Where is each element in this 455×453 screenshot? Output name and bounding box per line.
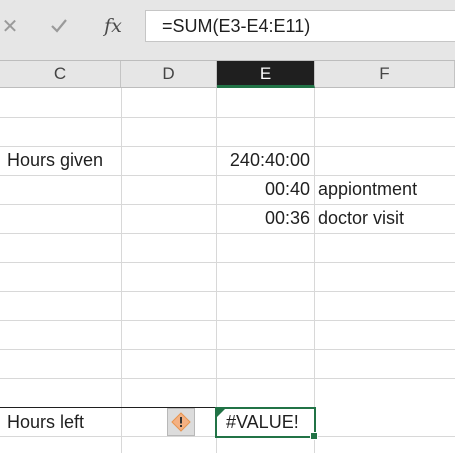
cell-hours-left-value: #VALUE!: [226, 412, 299, 432]
gridline: [0, 117, 455, 118]
worksheet-grid[interactable]: Hours given 240:40:00 00:40 appiontment …: [0, 88, 455, 453]
gridline: [0, 349, 455, 350]
column-header-c[interactable]: C: [0, 61, 121, 87]
enter-check-icon[interactable]: [44, 10, 74, 42]
cancel-icon[interactable]: ✕: [0, 10, 20, 42]
cell-hours-left-label[interactable]: Hours left: [7, 408, 84, 437]
gridline: [121, 88, 122, 453]
active-cell-hours-left[interactable]: #VALUE!: [215, 407, 318, 440]
warning-icon: [171, 412, 191, 432]
cell-entry1-note[interactable]: appiontment: [318, 175, 417, 204]
cell-hours-given-value[interactable]: 240:40:00: [217, 146, 310, 175]
cell-entry2-note[interactable]: doctor visit: [318, 204, 404, 233]
formula-bar: ✕ fx =SUM(E3-E4:E11): [0, 0, 455, 60]
gridline: [0, 262, 455, 263]
gridline: [314, 88, 315, 453]
fill-handle[interactable]: [310, 432, 318, 440]
column-header-d[interactable]: D: [121, 61, 217, 87]
cell-hours-given-label[interactable]: Hours given: [7, 146, 103, 175]
column-header-f[interactable]: F: [315, 61, 455, 87]
gridline: [216, 88, 217, 453]
formula-input[interactable]: =SUM(E3-E4:E11): [145, 10, 455, 42]
gridline: [0, 233, 455, 234]
column-header-e[interactable]: E: [217, 61, 315, 88]
insert-function-icon[interactable]: fx: [98, 10, 128, 42]
gridline: [0, 378, 455, 379]
gridline: [0, 291, 455, 292]
column-header-row: C D E F: [0, 60, 455, 88]
cell-entry2-time[interactable]: 00:36: [217, 204, 310, 233]
error-triangle-marker: [217, 409, 225, 417]
error-options-button[interactable]: [167, 408, 195, 436]
gridline: [0, 320, 455, 321]
cell-entry1-time[interactable]: 00:40: [217, 175, 310, 204]
